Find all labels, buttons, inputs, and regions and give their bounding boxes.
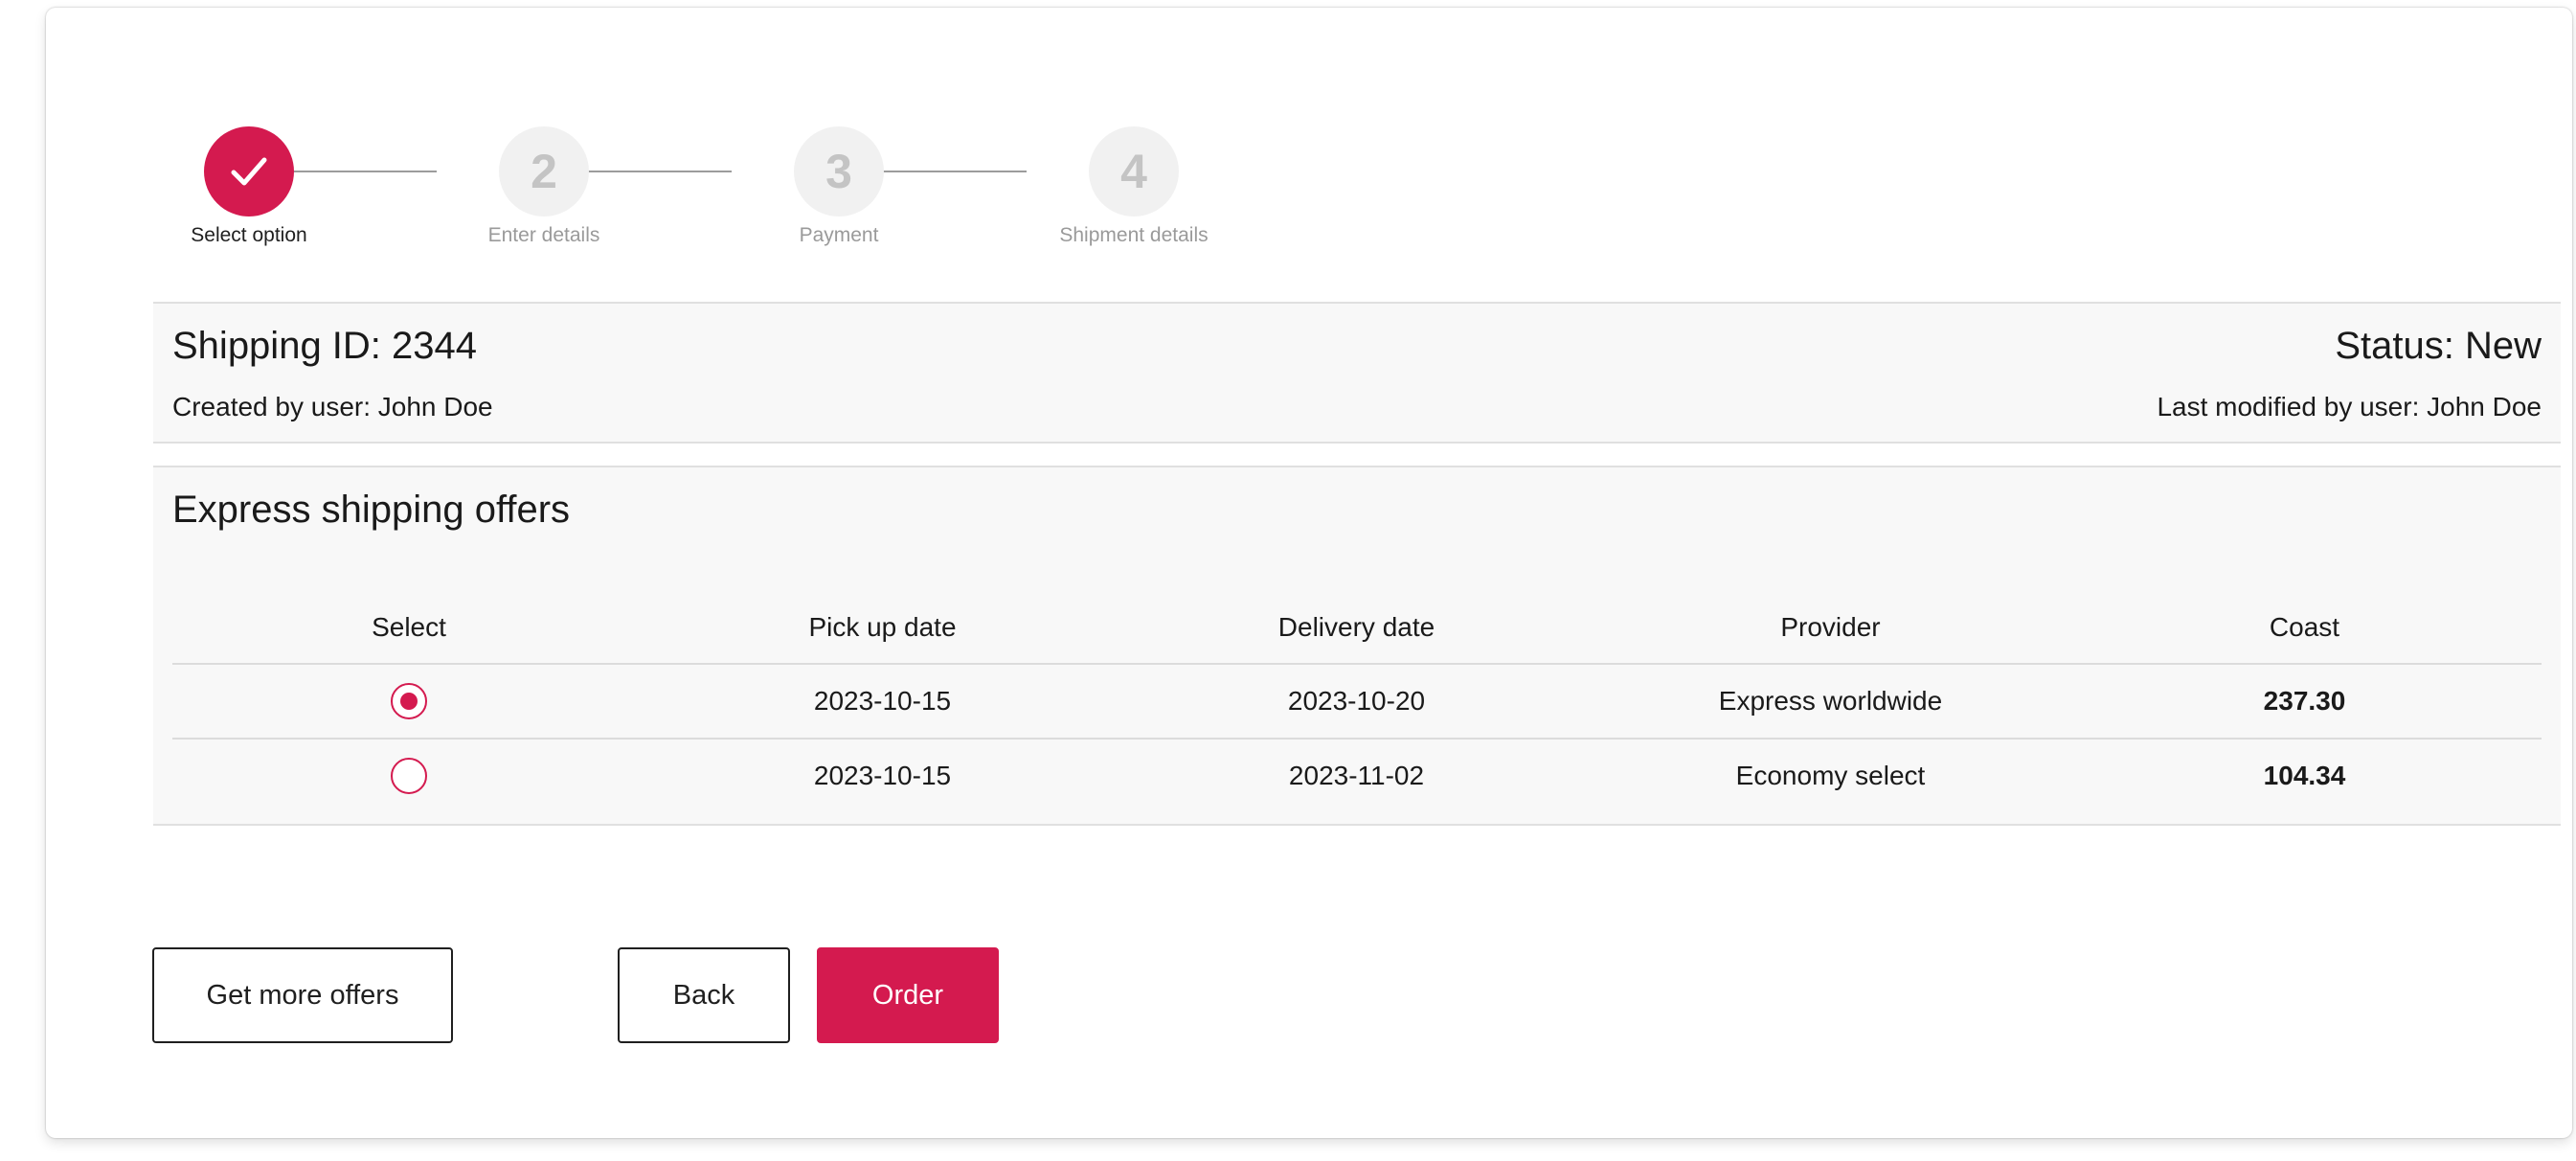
radio-dot	[400, 693, 418, 710]
shipping-offers-panel: Express shipping offers Select Pick up d…	[153, 466, 2561, 826]
select-cell	[172, 664, 645, 740]
step-label: Select option	[191, 224, 307, 246]
step-number: 2	[499, 126, 589, 216]
cost: 237.30	[2068, 664, 2542, 740]
shipping-info-panel: Shipping ID: 2344 Created by user: John …	[153, 302, 2561, 444]
delivery-date: 2023-11-02	[1288, 761, 1425, 790]
order-button[interactable]: Order	[817, 947, 999, 1043]
column-header-cost: Coast	[2068, 592, 2542, 665]
pickup-date: 2023-10-15	[813, 761, 952, 790]
step-label: Shipment details	[1059, 224, 1209, 246]
back-button[interactable]: Back	[618, 947, 790, 1043]
status-label: Status: New	[2335, 325, 2542, 367]
table-header-row: Select Pick up date Delivery date Provid…	[172, 592, 2542, 665]
offer-radio[interactable]	[391, 758, 427, 794]
step-number: 4	[1089, 126, 1179, 216]
table-row[interactable]: 2023-10-15 2023-10-20 Express worldwide …	[172, 664, 2542, 740]
step-enter-details[interactable]: 2 Enter details	[439, 126, 649, 247]
pickup-date: 2023-10-15	[645, 664, 1119, 740]
provider: Express worldwide	[1593, 664, 2068, 740]
offer-radio-selected[interactable]	[391, 683, 427, 719]
created-by: Created by user: John Doe	[172, 392, 493, 421]
check-icon	[231, 157, 267, 186]
step-label: Enter details	[487, 224, 600, 246]
select-cell	[172, 739, 645, 812]
shipping-card: Select option 2 Enter details 3 Payment …	[46, 8, 2572, 1138]
get-more-offers-button[interactable]: Get more offers	[152, 947, 453, 1043]
step-label: Payment	[799, 224, 879, 246]
shipping-id: Shipping ID: 2344	[172, 325, 478, 367]
progress-stepper: Select option 2 Enter details 3 Payment …	[140, 117, 1251, 261]
step-shipment-details[interactable]: 4 Shipment details	[1028, 126, 1239, 247]
column-header-select: Select	[172, 592, 645, 665]
column-header-provider: Provider	[1593, 592, 2068, 665]
column-header-delivery: Delivery date	[1119, 592, 1593, 665]
offers-title: Express shipping offers	[172, 489, 571, 531]
table-row[interactable]: 2023-10-15 2023-11-02 Economy select 104…	[172, 739, 2542, 812]
cost: 104.34	[2263, 761, 2346, 790]
step-number: 3	[794, 126, 884, 216]
step-select-option[interactable]: Select option	[144, 126, 354, 247]
last-modified-by: Last modified by user: John Doe	[2157, 392, 2542, 421]
offers-table: Select Pick up date Delivery date Provid…	[172, 592, 2542, 812]
step-payment[interactable]: 3 Payment	[734, 126, 944, 247]
provider: Economy select	[1735, 761, 1926, 790]
delivery-date: 2023-10-20	[1119, 664, 1593, 740]
step-circle-completed	[204, 126, 294, 216]
column-header-pickup: Pick up date	[645, 592, 1119, 665]
